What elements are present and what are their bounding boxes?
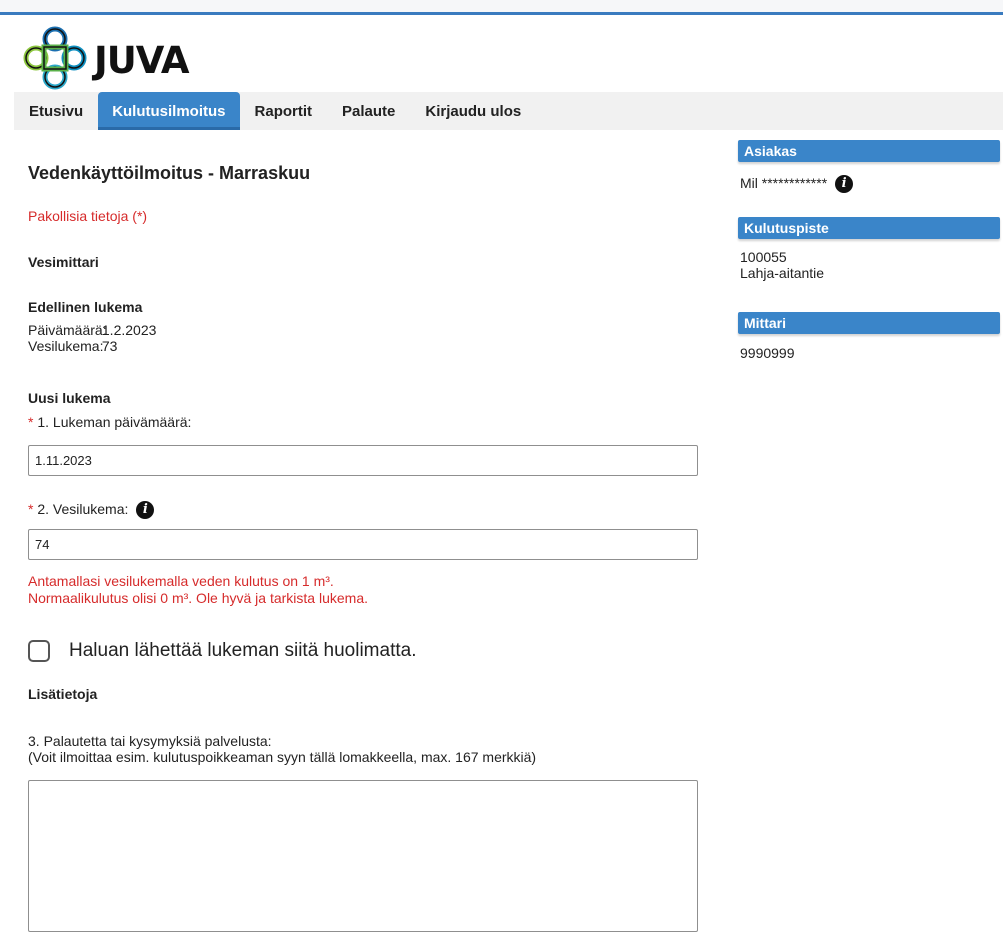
info-icon[interactable]: i bbox=[136, 501, 155, 520]
additional-info-heading: Lisätietoja bbox=[28, 686, 98, 702]
previous-date-value: 1.2.2023 bbox=[101, 322, 157, 338]
water-reading-input[interactable] bbox=[28, 529, 698, 560]
reading-date-input[interactable] bbox=[28, 445, 698, 476]
nav-item-etusivu[interactable]: Etusivu bbox=[14, 92, 98, 130]
consumption-warning-line-1: Antamallasi vesilukemalla veden kulutus … bbox=[28, 573, 334, 589]
previous-reading-heading: Edellinen lukema bbox=[28, 299, 143, 315]
meter-heading: Mittari bbox=[738, 312, 1000, 334]
consumption-point-address: Lahja-aitantie bbox=[740, 265, 825, 281]
customer-name: Mil ************ bbox=[740, 175, 828, 191]
juva-knot-logo-icon bbox=[23, 26, 87, 90]
feedback-textarea[interactable] bbox=[28, 780, 698, 932]
page-title: Vedenkäyttöilmoitus - Marraskuu bbox=[28, 163, 311, 183]
juva-logo[interactable]: JUVA bbox=[22, 25, 190, 91]
main-navigation: Etusivu Kulutusilmoitus Raportit Palaute… bbox=[14, 92, 1003, 130]
consumption-point-heading: Kulutuspiste bbox=[738, 217, 1000, 239]
required-fields-note: Pakollisia tietoja (*) bbox=[28, 208, 148, 224]
feedback-label-line-2: (Voit ilmoittaa esim. kulutuspoikkeaman … bbox=[28, 749, 537, 765]
meter-number: 9990999 bbox=[740, 345, 795, 361]
nav-item-raportit[interactable]: Raportit bbox=[240, 92, 328, 130]
feedback-label-line-1: 3. Palautetta tai kysymyksiä palvelusta: bbox=[28, 733, 272, 749]
top-bar bbox=[0, 0, 1003, 12]
required-marker: * bbox=[28, 501, 34, 517]
confirm-send-label[interactable]: Haluan lähettää lukeman siitä huolimatta… bbox=[69, 640, 416, 662]
info-icon[interactable]: i bbox=[835, 175, 854, 194]
required-marker: * bbox=[28, 414, 34, 430]
confirm-send-row[interactable]: Haluan lähettää lukeman siitä huolimatta… bbox=[28, 640, 416, 662]
previous-date-row: Päivämäärä: 1.2.2023 bbox=[28, 322, 156, 338]
consumption-warning-line-2: Normaalikulutus olisi 0 m³. Ole hyvä ja … bbox=[28, 590, 369, 606]
nav-item-kulutusilmoitus[interactable]: Kulutusilmoitus bbox=[98, 92, 240, 130]
section-water-meter: Vesimittari bbox=[28, 254, 99, 270]
consumption-point-id: 100055 bbox=[740, 249, 787, 265]
water-reading-label-row: * 2. Vesilukema: i bbox=[28, 499, 155, 520]
previous-date-label: Päivämäärä: bbox=[28, 322, 107, 338]
reading-date-label-row: * 1. Lukeman päivämäärä: bbox=[28, 414, 191, 430]
top-accent-line bbox=[0, 12, 1003, 15]
reading-date-label: 1. Lukeman päivämäärä: bbox=[37, 414, 192, 430]
previous-reading-row: Vesilukema: 73 bbox=[28, 338, 117, 354]
logo-text: JUVA bbox=[94, 38, 190, 82]
nav-item-palaute[interactable]: Palaute bbox=[327, 92, 410, 130]
previous-reading-label: Vesilukema: bbox=[28, 338, 104, 354]
customer-row: Mil ************ i bbox=[740, 173, 854, 194]
water-reading-label: 2. Vesilukema: bbox=[37, 501, 129, 517]
customer-heading: Asiakas bbox=[738, 140, 1000, 162]
new-reading-heading: Uusi lukema bbox=[28, 390, 111, 406]
confirm-send-checkbox[interactable] bbox=[28, 640, 50, 662]
nav-item-kirjaudu-ulos[interactable]: Kirjaudu ulos bbox=[410, 92, 536, 130]
previous-reading-value: 73 bbox=[101, 338, 118, 354]
